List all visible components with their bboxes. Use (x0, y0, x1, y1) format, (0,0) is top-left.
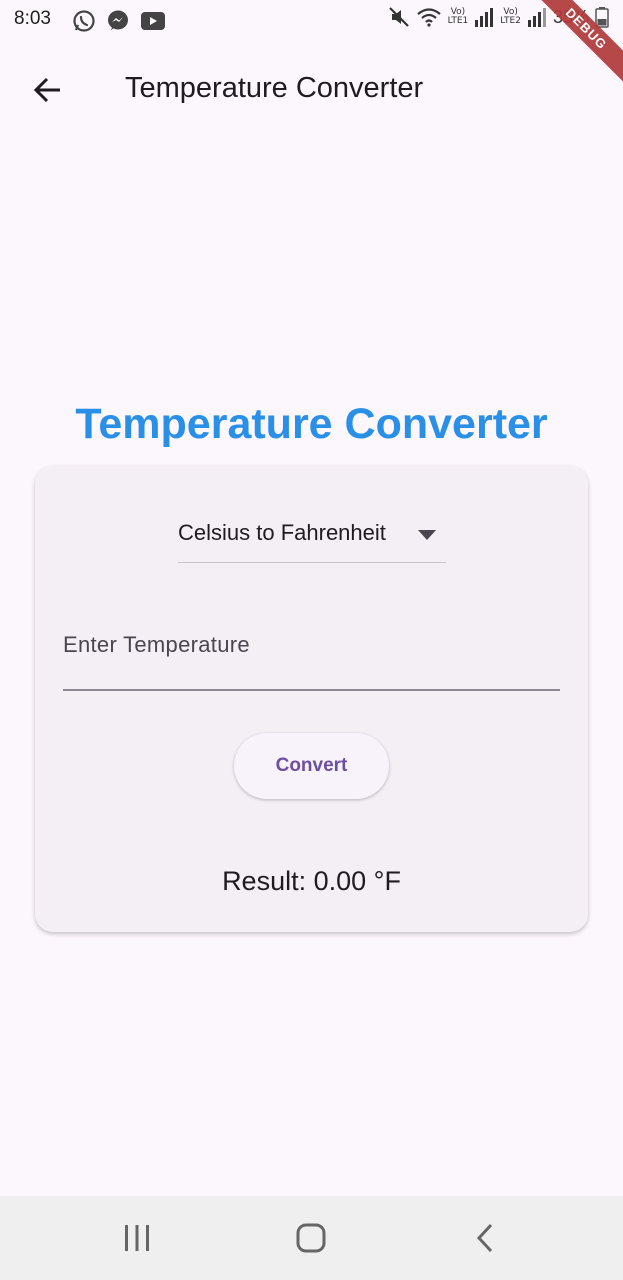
app-bar-title: Temperature Converter (125, 72, 424, 104)
system-nav-bar (0, 1196, 623, 1280)
signal-lte1-icon (475, 8, 494, 27)
app-screen: 8:03 Vo) LTE1 Vo) LTE2 DEBUG Temperature… (0, 0, 623, 1280)
notification-icons (72, 9, 166, 33)
status-time: 8:03 (14, 8, 51, 29)
dropdown-selected-value: Celsius to Fahrenheit (178, 520, 386, 545)
conversion-dropdown[interactable]: Celsius to Fahrenheit (178, 516, 446, 563)
temperature-input-placeholder: Enter Temperature (63, 632, 250, 657)
nav-back-button[interactable] (456, 1216, 516, 1260)
signal-lte2-icon (527, 8, 546, 27)
whatsapp-icon (73, 10, 95, 32)
back-button[interactable] (24, 66, 72, 114)
result-text: Result: 0.00 °F (222, 866, 401, 896)
wifi-icon (416, 8, 441, 27)
home-button[interactable] (281, 1216, 341, 1260)
status-bar: 8:03 Vo) LTE1 Vo) LTE2 (0, 0, 623, 42)
chevron-left-icon (476, 1223, 493, 1253)
convert-button[interactable]: Convert (234, 733, 389, 799)
messenger-icon (108, 10, 128, 30)
recents-button[interactable] (107, 1216, 167, 1260)
lte1-label: Vo) LTE1 (447, 7, 469, 26)
recents-icon (125, 1225, 149, 1251)
youtube-icon (141, 12, 165, 30)
app-bar: Temperature Converter (0, 50, 623, 130)
page-heading: Temperature Converter (75, 400, 548, 448)
converter-card: Celsius to Fahrenheit Enter Temperature … (35, 466, 588, 932)
mute-icon (388, 7, 409, 27)
home-icon (296, 1223, 326, 1253)
temperature-input[interactable]: Enter Temperature (63, 614, 560, 691)
caret-down-icon (418, 530, 436, 540)
lte2-label: Vo) LTE2 (500, 7, 521, 26)
arrow-left-icon (33, 77, 60, 103)
